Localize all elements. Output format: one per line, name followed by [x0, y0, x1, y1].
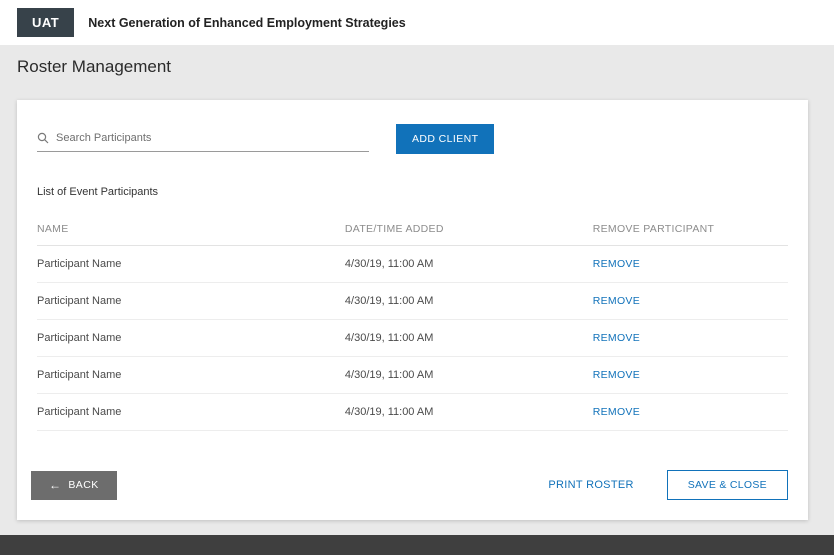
column-header-name: NAME	[37, 213, 345, 245]
top-bar: UAT Next Generation of Enhanced Employme…	[0, 0, 834, 45]
back-button-label: BACK	[68, 479, 98, 491]
search-input[interactable]	[56, 132, 369, 144]
back-button[interactable]: ← BACK	[31, 471, 117, 500]
search-icon	[37, 132, 49, 144]
remove-link[interactable]: REMOVE	[593, 369, 640, 381]
add-client-button[interactable]: ADD CLIENT	[396, 124, 494, 154]
bottom-bar	[0, 535, 834, 555]
participant-added: 4/30/19, 11:00 AM	[345, 357, 593, 393]
page-title: Roster Management	[17, 57, 834, 77]
save-close-button[interactable]: SAVE & CLOSE	[667, 470, 788, 500]
column-header-date: DATE/TIME ADDED	[345, 213, 593, 245]
column-header-remove: REMOVE PARTICIPANT	[593, 213, 788, 245]
participant-added: 4/30/19, 11:00 AM	[345, 320, 593, 356]
participant-name: Participant Name	[37, 320, 345, 356]
table-row: Participant Name 4/30/19, 11:00 AM REMOV…	[37, 283, 788, 320]
table-row: Participant Name 4/30/19, 11:00 AM REMOV…	[37, 357, 788, 394]
participant-name: Participant Name	[37, 357, 345, 393]
card-footer: ← BACK PRINT ROSTER SAVE & CLOSE	[31, 470, 788, 500]
table-row: Participant Name 4/30/19, 11:00 AM REMOV…	[37, 394, 788, 431]
participant-name: Participant Name	[37, 394, 345, 430]
back-arrow-icon: ←	[49, 479, 61, 491]
participant-added: 4/30/19, 11:00 AM	[345, 283, 593, 319]
remove-link[interactable]: REMOVE	[593, 406, 640, 418]
participant-name: Participant Name	[37, 283, 345, 319]
search-field-wrap	[37, 132, 369, 152]
remove-link[interactable]: REMOVE	[593, 295, 640, 307]
table-row: Participant Name 4/30/19, 11:00 AM REMOV…	[37, 320, 788, 357]
participants-table: NAME DATE/TIME ADDED REMOVE PARTICIPANT …	[37, 213, 788, 431]
remove-link[interactable]: REMOVE	[593, 258, 640, 270]
table-header-row: NAME DATE/TIME ADDED REMOVE PARTICIPANT	[37, 213, 788, 246]
participant-name: Participant Name	[37, 246, 345, 282]
environment-badge: UAT	[17, 8, 74, 37]
app-title: Next Generation of Enhanced Employment S…	[88, 16, 405, 30]
print-roster-link[interactable]: PRINT ROSTER	[548, 479, 633, 491]
table-row: Participant Name 4/30/19, 11:00 AM REMOV…	[37, 246, 788, 283]
remove-link[interactable]: REMOVE	[593, 332, 640, 344]
participant-added: 4/30/19, 11:00 AM	[345, 394, 593, 430]
search-row: ADD CLIENT	[37, 124, 788, 154]
list-caption: List of Event Participants	[37, 186, 788, 198]
participant-added: 4/30/19, 11:00 AM	[345, 246, 593, 282]
roster-card: ADD CLIENT List of Event Participants NA…	[17, 100, 808, 520]
